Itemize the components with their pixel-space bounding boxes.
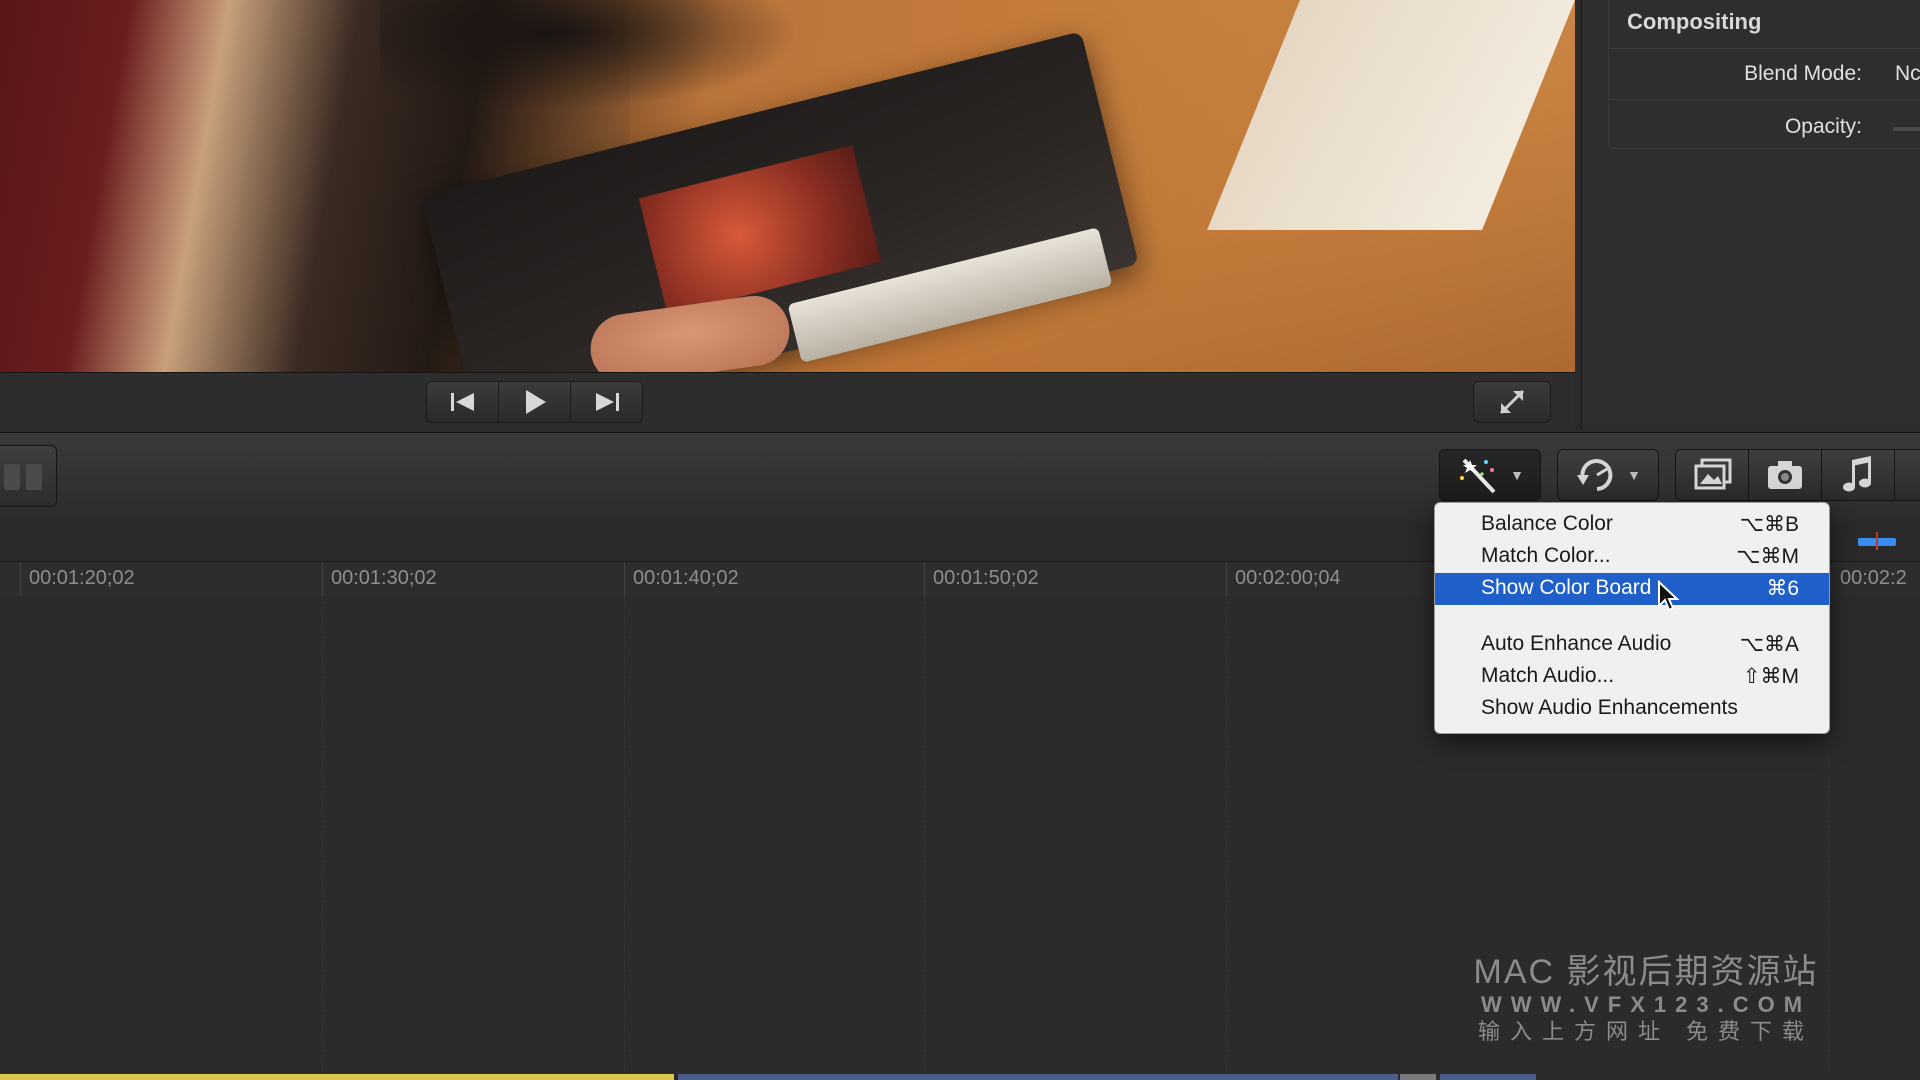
- titles-button[interactable]: [1895, 450, 1920, 500]
- watermark: MAC 影视后期资源站 WWW.VFX123.COM 输入上方网址 免费下载: [1468, 952, 1824, 1046]
- watermark-title: MAC 影视后期资源站: [1473, 953, 1819, 991]
- play-icon: [525, 390, 546, 414]
- timeline-index-button[interactable]: [0, 445, 57, 507]
- video-frame: [0, 0, 1575, 372]
- watermark-url: WWW.VFX123.COM: [1480, 992, 1812, 1017]
- chevron-down-icon: ▼: [1627, 467, 1641, 483]
- timecode-label: 00:02:2: [1840, 567, 1907, 589]
- watermark-subtitle: 输入上方网址 免费下载: [1477, 1019, 1815, 1044]
- timecode-label: 00:02:00;04: [1235, 567, 1341, 589]
- timecode-label: 00:01:30;02: [331, 567, 437, 589]
- opacity-label: Opacity:: [1784, 115, 1862, 138]
- opacity-slider[interactable]: [1893, 127, 1920, 131]
- clip[interactable]: [1440, 1074, 1536, 1080]
- clip-selection[interactable]: [0, 1074, 674, 1080]
- menu-item-match-audio[interactable]: Match Audio... ⇧⌘M: [1435, 661, 1829, 693]
- timecode-label: 00:01:50;02: [933, 567, 1039, 589]
- camera-button[interactable]: [1749, 450, 1822, 500]
- music-icon: [1843, 456, 1871, 492]
- photo-browser-button[interactable]: [1676, 450, 1749, 500]
- viewer: [0, 0, 1575, 431]
- enhancements-menu: Balance Color ⌥⌘B Match Color... ⌥⌘M Sho…: [1434, 502, 1830, 734]
- media-browser-group: [1675, 449, 1920, 501]
- retime-icon: [1577, 459, 1613, 491]
- enhance-wand-icon: [1460, 458, 1496, 494]
- mouse-cursor-icon: [1658, 580, 1679, 612]
- enhancements-button[interactable]: ▼: [1439, 449, 1541, 501]
- menu-item-show-audio-enhancements[interactable]: Show Audio Enhancements: [1435, 693, 1829, 725]
- skimmer-indicator: [1858, 532, 1896, 550]
- menu-item-balance-color[interactable]: Balance Color ⌥⌘B: [1435, 509, 1829, 541]
- chevron-down-icon: ▼: [1510, 467, 1524, 483]
- fullscreen-icon: [1499, 389, 1525, 415]
- go-to-start-icon: [450, 393, 474, 411]
- transport-bar: [0, 372, 1575, 431]
- blend-mode-label: Blend Mode:: [1744, 62, 1862, 85]
- inspector-panel: Compositing Blend Mode: Nc Opacity:: [1581, 0, 1920, 430]
- retime-button[interactable]: ▼: [1557, 449, 1659, 501]
- blend-mode-popup[interactable]: Nc: [1895, 62, 1920, 86]
- timecode-label: 00:01:20;02: [29, 567, 135, 589]
- menu-item-auto-enhance-audio[interactable]: Auto Enhance Audio ⌥⌘A: [1435, 629, 1829, 661]
- play-button[interactable]: [499, 382, 571, 422]
- timecode-label: 00:01:40;02: [633, 567, 739, 589]
- fullscreen-button[interactable]: [1473, 381, 1551, 423]
- go-to-end-button[interactable]: [571, 382, 642, 422]
- playback-controls: [426, 381, 643, 423]
- camera-icon: [1768, 461, 1802, 489]
- go-to-end-icon: [595, 393, 619, 411]
- go-to-start-button[interactable]: [427, 382, 499, 422]
- music-button[interactable]: [1822, 450, 1895, 500]
- compositing-title: Compositing: [1627, 9, 1762, 34]
- menu-item-show-color-board[interactable]: Show Color Board ⌘6: [1435, 573, 1829, 605]
- clip[interactable]: [1400, 1074, 1436, 1080]
- photo-browser-icon: [1694, 458, 1732, 490]
- menu-item-match-color[interactable]: Match Color... ⌥⌘M: [1435, 541, 1829, 573]
- clip[interactable]: [678, 1074, 1398, 1080]
